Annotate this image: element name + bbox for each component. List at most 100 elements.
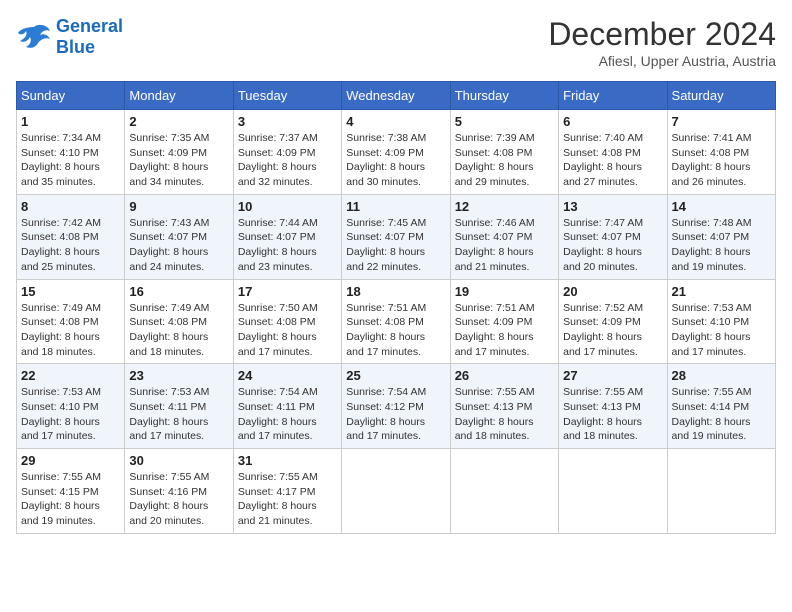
day-number: 14 [672, 199, 771, 214]
col-header-sunday: Sunday [17, 82, 125, 110]
col-header-saturday: Saturday [667, 82, 775, 110]
day-number: 21 [672, 284, 771, 299]
day-number: 7 [672, 114, 771, 129]
day-info: Sunrise: 7:54 AMSunset: 4:11 PMDaylight:… [238, 385, 337, 444]
calendar-cell: 16 Sunrise: 7:49 AMSunset: 4:08 PMDaylig… [125, 279, 233, 364]
day-number: 9 [129, 199, 228, 214]
day-number: 18 [346, 284, 445, 299]
day-info: Sunrise: 7:53 AMSunset: 4:11 PMDaylight:… [129, 385, 228, 444]
day-info: Sunrise: 7:55 AMSunset: 4:17 PMDaylight:… [238, 470, 337, 529]
day-info: Sunrise: 7:51 AMSunset: 4:09 PMDaylight:… [455, 301, 554, 360]
calendar-cell: 24 Sunrise: 7:54 AMSunset: 4:11 PMDaylig… [233, 364, 341, 449]
calendar-cell: 7 Sunrise: 7:41 AMSunset: 4:08 PMDayligh… [667, 110, 775, 195]
day-info: Sunrise: 7:44 AMSunset: 4:07 PMDaylight:… [238, 216, 337, 275]
day-info: Sunrise: 7:54 AMSunset: 4:12 PMDaylight:… [346, 385, 445, 444]
col-header-thursday: Thursday [450, 82, 558, 110]
calendar-cell [667, 449, 775, 534]
day-info: Sunrise: 7:55 AMSunset: 4:13 PMDaylight:… [455, 385, 554, 444]
calendar-cell: 10 Sunrise: 7:44 AMSunset: 4:07 PMDaylig… [233, 194, 341, 279]
calendar-cell: 31 Sunrise: 7:55 AMSunset: 4:17 PMDaylig… [233, 449, 341, 534]
calendar-cell: 20 Sunrise: 7:52 AMSunset: 4:09 PMDaylig… [559, 279, 667, 364]
calendar-week-5: 29 Sunrise: 7:55 AMSunset: 4:15 PMDaylig… [17, 449, 776, 534]
calendar-cell [450, 449, 558, 534]
day-number: 17 [238, 284, 337, 299]
day-info: Sunrise: 7:51 AMSunset: 4:08 PMDaylight:… [346, 301, 445, 360]
day-number: 20 [563, 284, 662, 299]
calendar-week-4: 22 Sunrise: 7:53 AMSunset: 4:10 PMDaylig… [17, 364, 776, 449]
calendar-cell: 14 Sunrise: 7:48 AMSunset: 4:07 PMDaylig… [667, 194, 775, 279]
calendar-cell: 25 Sunrise: 7:54 AMSunset: 4:12 PMDaylig… [342, 364, 450, 449]
day-number: 8 [21, 199, 120, 214]
calendar-cell: 2 Sunrise: 7:35 AMSunset: 4:09 PMDayligh… [125, 110, 233, 195]
day-number: 1 [21, 114, 120, 129]
calendar-table: SundayMondayTuesdayWednesdayThursdayFrid… [16, 81, 776, 534]
day-info: Sunrise: 7:55 AMSunset: 4:16 PMDaylight:… [129, 470, 228, 529]
day-number: 25 [346, 368, 445, 383]
calendar-cell: 1 Sunrise: 7:34 AMSunset: 4:10 PMDayligh… [17, 110, 125, 195]
day-info: Sunrise: 7:35 AMSunset: 4:09 PMDaylight:… [129, 131, 228, 190]
day-number: 3 [238, 114, 337, 129]
calendar-cell: 12 Sunrise: 7:46 AMSunset: 4:07 PMDaylig… [450, 194, 558, 279]
calendar-cell: 26 Sunrise: 7:55 AMSunset: 4:13 PMDaylig… [450, 364, 558, 449]
day-info: Sunrise: 7:52 AMSunset: 4:09 PMDaylight:… [563, 301, 662, 360]
day-info: Sunrise: 7:49 AMSunset: 4:08 PMDaylight:… [129, 301, 228, 360]
calendar-cell: 22 Sunrise: 7:53 AMSunset: 4:10 PMDaylig… [17, 364, 125, 449]
calendar-cell: 5 Sunrise: 7:39 AMSunset: 4:08 PMDayligh… [450, 110, 558, 195]
calendar-cell: 27 Sunrise: 7:55 AMSunset: 4:13 PMDaylig… [559, 364, 667, 449]
location-subtitle: Afiesl, Upper Austria, Austria [548, 53, 776, 69]
day-info: Sunrise: 7:46 AMSunset: 4:07 PMDaylight:… [455, 216, 554, 275]
day-number: 2 [129, 114, 228, 129]
day-number: 12 [455, 199, 554, 214]
day-number: 26 [455, 368, 554, 383]
col-header-friday: Friday [559, 82, 667, 110]
calendar-cell: 28 Sunrise: 7:55 AMSunset: 4:14 PMDaylig… [667, 364, 775, 449]
calendar-week-1: 1 Sunrise: 7:34 AMSunset: 4:10 PMDayligh… [17, 110, 776, 195]
day-info: Sunrise: 7:55 AMSunset: 4:14 PMDaylight:… [672, 385, 771, 444]
day-number: 22 [21, 368, 120, 383]
calendar-cell: 18 Sunrise: 7:51 AMSunset: 4:08 PMDaylig… [342, 279, 450, 364]
calendar-cell [342, 449, 450, 534]
day-number: 11 [346, 199, 445, 214]
day-number: 24 [238, 368, 337, 383]
day-number: 4 [346, 114, 445, 129]
day-number: 27 [563, 368, 662, 383]
day-number: 16 [129, 284, 228, 299]
day-number: 23 [129, 368, 228, 383]
calendar-header-row: SundayMondayTuesdayWednesdayThursdayFrid… [17, 82, 776, 110]
day-info: Sunrise: 7:39 AMSunset: 4:08 PMDaylight:… [455, 131, 554, 190]
calendar-cell: 8 Sunrise: 7:42 AMSunset: 4:08 PMDayligh… [17, 194, 125, 279]
month-title: December 2024 [548, 16, 776, 53]
day-info: Sunrise: 7:40 AMSunset: 4:08 PMDaylight:… [563, 131, 662, 190]
calendar-cell: 19 Sunrise: 7:51 AMSunset: 4:09 PMDaylig… [450, 279, 558, 364]
title-block: December 2024 Afiesl, Upper Austria, Aus… [548, 16, 776, 69]
col-header-wednesday: Wednesday [342, 82, 450, 110]
calendar-cell: 15 Sunrise: 7:49 AMSunset: 4:08 PMDaylig… [17, 279, 125, 364]
day-info: Sunrise: 7:37 AMSunset: 4:09 PMDaylight:… [238, 131, 337, 190]
calendar-cell [559, 449, 667, 534]
day-info: Sunrise: 7:55 AMSunset: 4:13 PMDaylight:… [563, 385, 662, 444]
calendar-cell: 17 Sunrise: 7:50 AMSunset: 4:08 PMDaylig… [233, 279, 341, 364]
day-info: Sunrise: 7:47 AMSunset: 4:07 PMDaylight:… [563, 216, 662, 275]
day-number: 10 [238, 199, 337, 214]
logo-icon [16, 23, 52, 51]
calendar-cell: 23 Sunrise: 7:53 AMSunset: 4:11 PMDaylig… [125, 364, 233, 449]
day-number: 6 [563, 114, 662, 129]
day-number: 19 [455, 284, 554, 299]
calendar-cell: 4 Sunrise: 7:38 AMSunset: 4:09 PMDayligh… [342, 110, 450, 195]
day-number: 28 [672, 368, 771, 383]
calendar-cell: 13 Sunrise: 7:47 AMSunset: 4:07 PMDaylig… [559, 194, 667, 279]
calendar-cell: 9 Sunrise: 7:43 AMSunset: 4:07 PMDayligh… [125, 194, 233, 279]
day-info: Sunrise: 7:41 AMSunset: 4:08 PMDaylight:… [672, 131, 771, 190]
calendar-week-2: 8 Sunrise: 7:42 AMSunset: 4:08 PMDayligh… [17, 194, 776, 279]
calendar-cell: 30 Sunrise: 7:55 AMSunset: 4:16 PMDaylig… [125, 449, 233, 534]
calendar-cell: 21 Sunrise: 7:53 AMSunset: 4:10 PMDaylig… [667, 279, 775, 364]
day-info: Sunrise: 7:48 AMSunset: 4:07 PMDaylight:… [672, 216, 771, 275]
calendar-cell: 6 Sunrise: 7:40 AMSunset: 4:08 PMDayligh… [559, 110, 667, 195]
day-info: Sunrise: 7:34 AMSunset: 4:10 PMDaylight:… [21, 131, 120, 190]
day-info: Sunrise: 7:53 AMSunset: 4:10 PMDaylight:… [21, 385, 120, 444]
day-info: Sunrise: 7:55 AMSunset: 4:15 PMDaylight:… [21, 470, 120, 529]
calendar-cell: 3 Sunrise: 7:37 AMSunset: 4:09 PMDayligh… [233, 110, 341, 195]
day-number: 15 [21, 284, 120, 299]
day-number: 31 [238, 453, 337, 468]
calendar-week-3: 15 Sunrise: 7:49 AMSunset: 4:08 PMDaylig… [17, 279, 776, 364]
